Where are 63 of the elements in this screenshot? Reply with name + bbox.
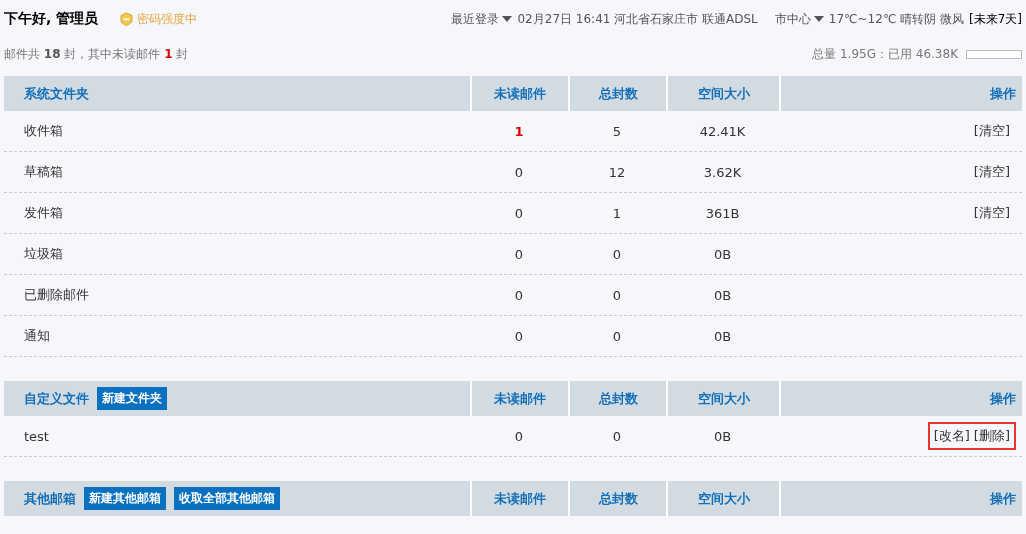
table-cell-text: 3.62K [702,163,743,182]
caret-icon [502,16,513,22]
table-cell-text: 0 [611,286,623,305]
table-cell-text: 0B [712,245,733,264]
action-link[interactable]: [删除] [973,427,1010,445]
section-title: 系统文件夹 [24,84,89,103]
column-header: 操作 [990,84,1016,103]
city-dropdown[interactable]: 市中心 [774,10,824,28]
forecast-link[interactable]: [未来7天] [969,10,1022,28]
table-cell-text: 0B [712,327,733,346]
table-cell-text: 0B [712,286,733,305]
table-cell-text: 0 [513,204,525,223]
password-strength: 密码强度中 [137,10,198,28]
table-cell-text: 361B [704,204,741,223]
folder-name[interactable]: test [4,416,470,456]
table-cell-text: 1 [513,122,525,141]
folder-name[interactable]: 草稿箱 [4,152,470,192]
column-header: 总封数 [598,489,638,508]
weather-text: 17℃~12℃ 晴转阴 微风 [828,10,964,28]
section-title: 自定义文件 [24,389,89,408]
new-button[interactable]: 新建文件夹 [97,387,167,410]
table-cell-text: 0 [513,163,525,182]
folder-name[interactable]: 发件箱 [4,193,470,233]
column-header: 操作 [990,489,1016,508]
table-cell-text: 5 [611,122,623,141]
column-header: 空间大小 [697,84,750,103]
folder-name[interactable]: 已删除邮件 [4,275,470,315]
table-cell-text: 0B [712,427,733,446]
column-header: 空间大小 [697,389,750,408]
column-header: 未读邮件 [494,389,546,408]
folder-name[interactable]: 垃圾箱 [4,234,470,274]
column-header: 操作 [990,389,1016,408]
new-button[interactable]: 新建其他邮箱 [84,487,166,510]
table-cell-text: 0 [513,245,525,264]
folder-name[interactable]: 通知 [4,316,470,356]
greeting: 下午好, 管理员 [4,10,99,28]
table-cell-text: 0 [611,427,623,446]
table-cell-text: 0 [611,245,623,264]
action-link[interactable]: [清空] [973,204,1010,222]
table-cell-text: 0 [513,286,525,305]
last-login-info: 02月27日 16:41 河北省石家庄市 联通ADSL [517,10,758,28]
action-link[interactable]: [清空] [973,163,1010,181]
quota-text: 总量 1.95G：已用 46.38K [812,45,958,63]
table-cell-text: 0 [611,327,623,346]
new-button[interactable]: 收取全部其他邮箱 [174,487,280,510]
folder-name[interactable]: 收件箱 [4,111,470,151]
table-cell-text: 1 [611,204,623,223]
mail-summary: 邮件共 18 封，其中未读邮件 1 封 [4,45,189,63]
column-header: 总封数 [598,389,638,408]
table-cell-text: 42.41K [698,122,747,141]
table-cell-text: 0 [513,427,525,446]
section-title: 其他邮箱 [24,489,76,508]
column-header: 总封数 [598,84,638,103]
column-header: 未读邮件 [494,489,546,508]
shield-icon [120,12,134,26]
caret-icon [813,16,824,22]
table-cell-text: 12 [607,163,627,182]
action-link[interactable]: [改名] [933,427,970,445]
column-header: 未读邮件 [494,84,546,103]
action-link[interactable]: [清空] [973,122,1010,140]
last-login-dropdown[interactable]: 最近登录 [451,10,513,28]
column-header: 空间大小 [697,489,750,508]
table-cell-text: 0 [513,327,525,346]
